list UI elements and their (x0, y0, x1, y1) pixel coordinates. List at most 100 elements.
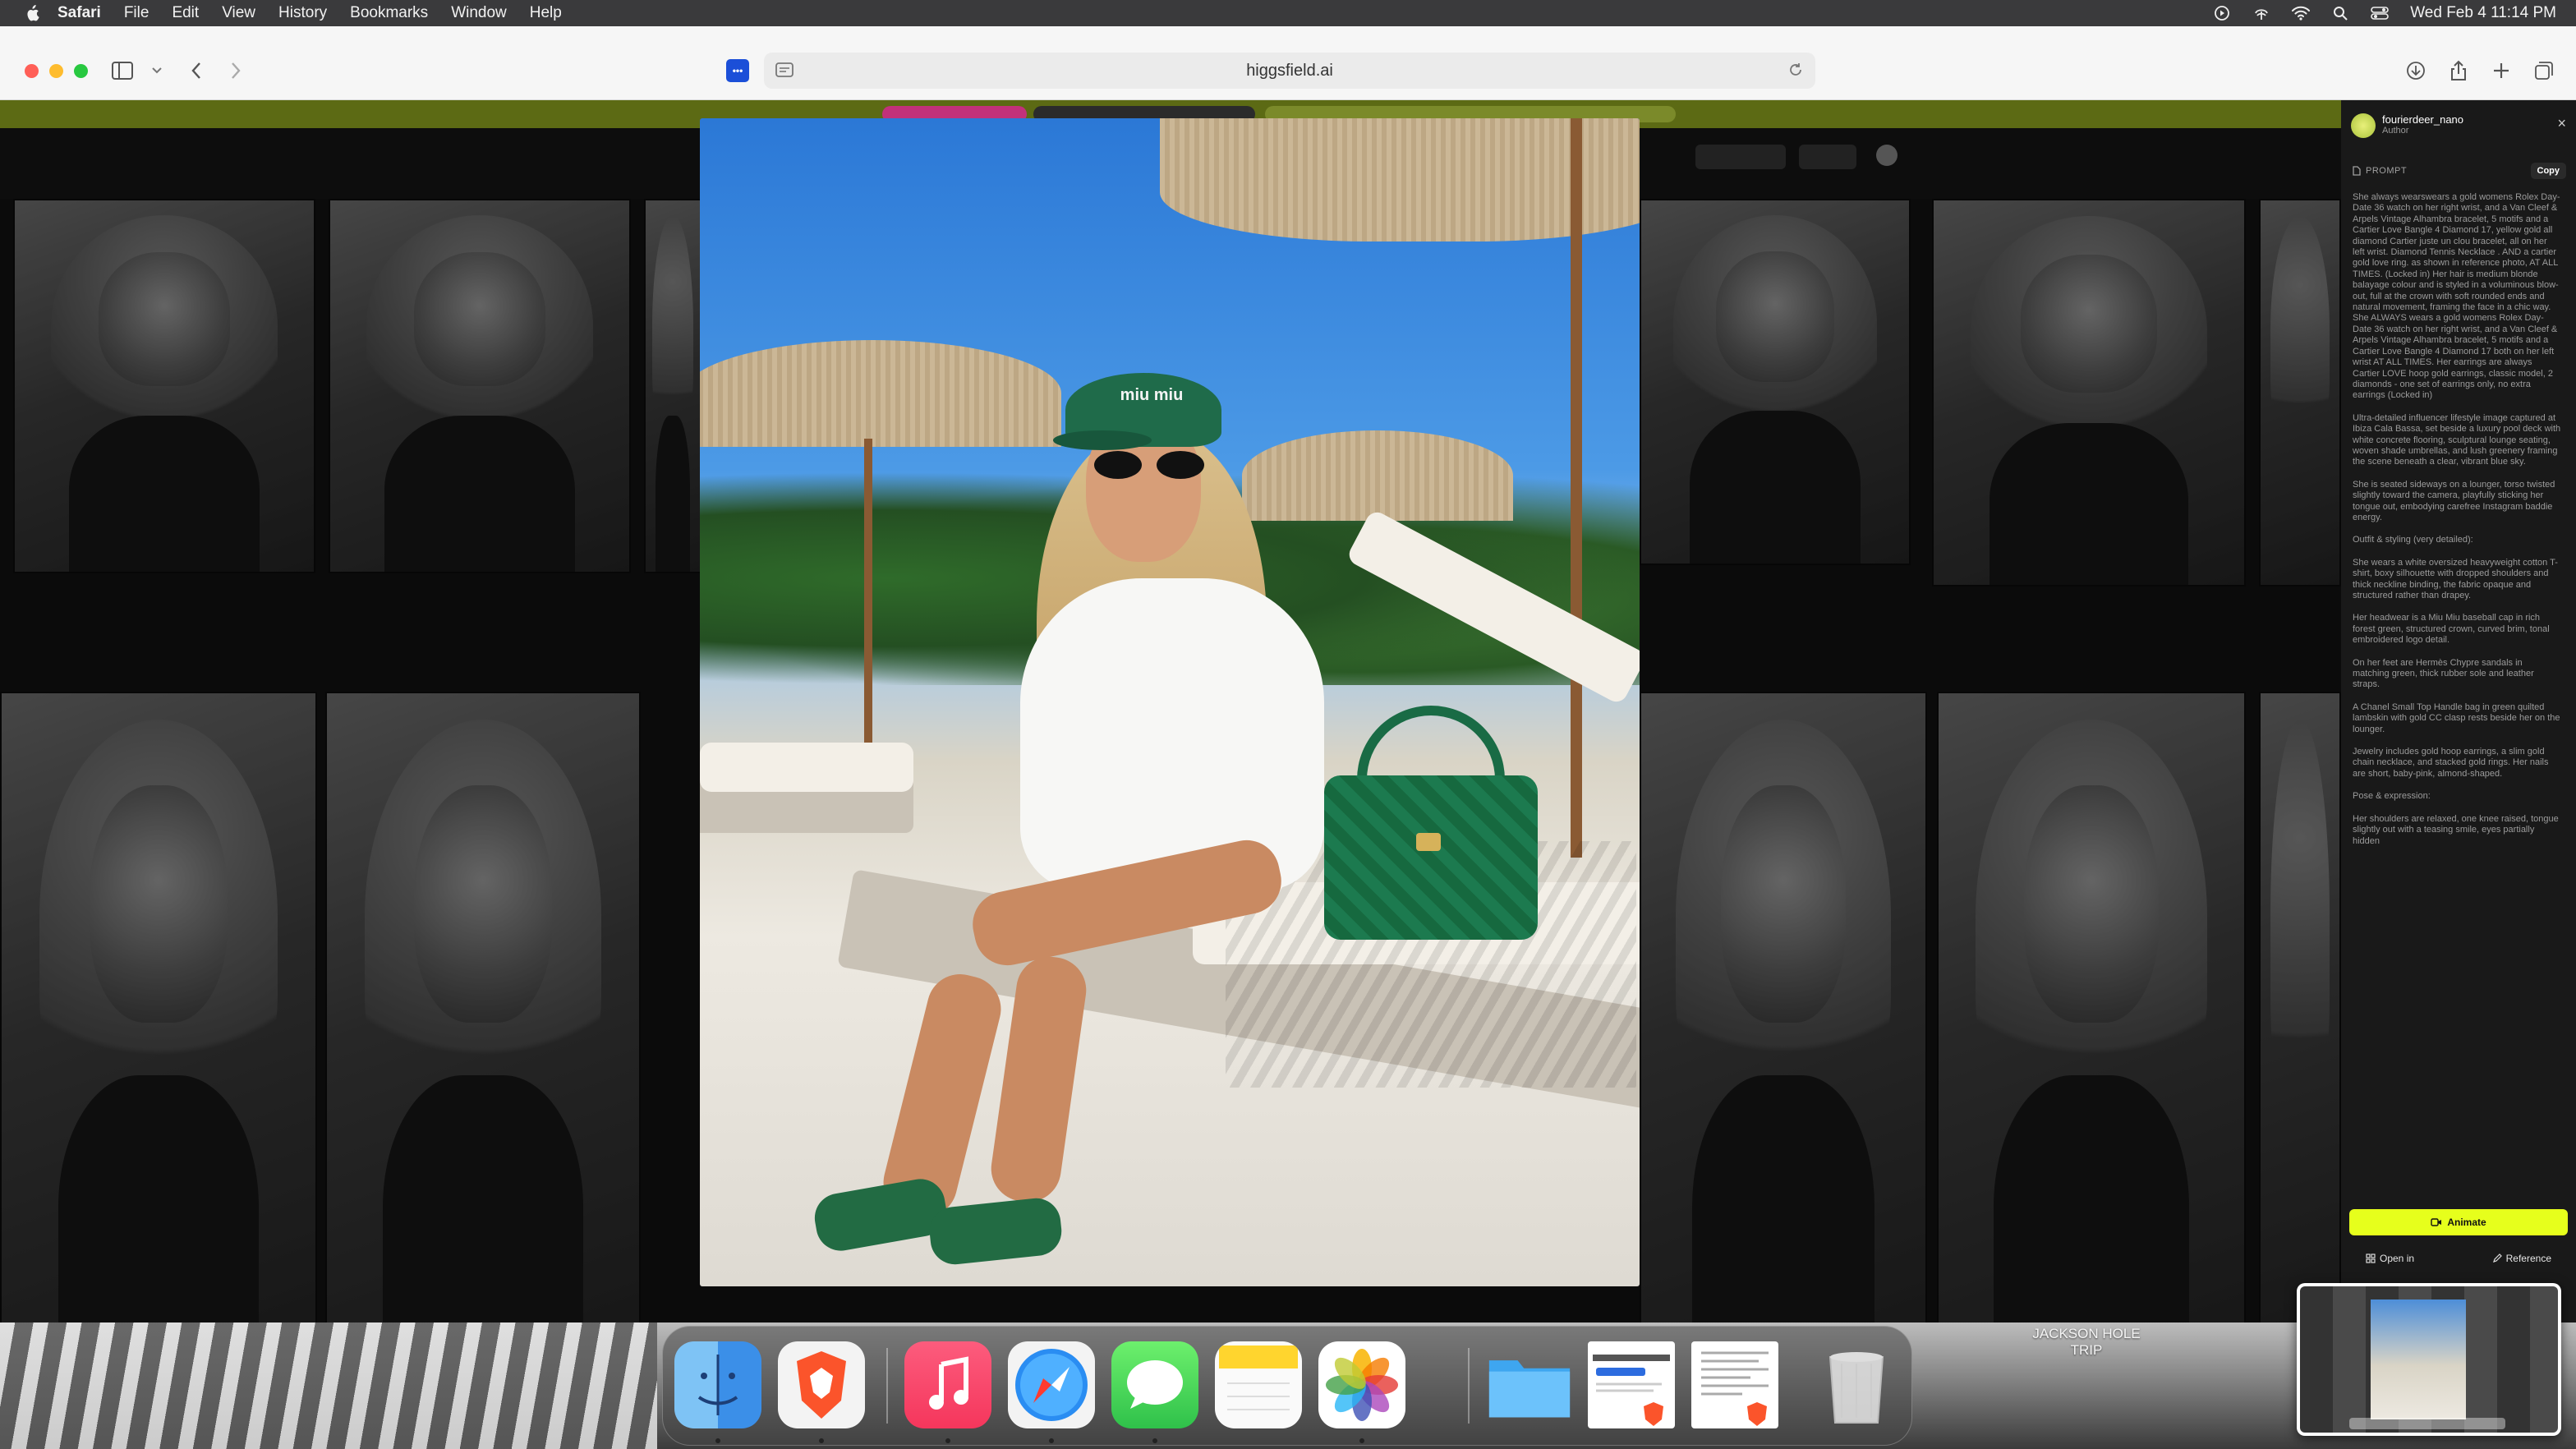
close-window-button[interactable] (25, 64, 39, 78)
prompt-paragraph: On her feet are Hermès Chypre sandals in… (2353, 657, 2534, 690)
url-text[interactable]: higgsfield.ai (1246, 62, 1333, 80)
reference-label: Reference (2505, 1253, 2551, 1264)
menu-bar: Safari File Edit View History Bookmarks … (0, 0, 2576, 26)
trash-icon[interactable] (1813, 1341, 1900, 1428)
safari-icon[interactable] (1008, 1341, 1095, 1428)
cap-logo: miu miu (1120, 386, 1184, 404)
menu-window[interactable]: Window (451, 4, 507, 22)
new-tab-icon[interactable] (2489, 58, 2514, 83)
desktop-folder-label[interactable]: JACKSON HOLE TRIP (2004, 1326, 2169, 1359)
reference-button[interactable]: Reference (2476, 1247, 2568, 1270)
screenshot-preview[interactable] (2297, 1283, 2561, 1436)
author-avatar[interactable] (2351, 113, 2376, 138)
prompt-label: PROMPT (2366, 166, 2408, 176)
photo-umbrella-pole (864, 439, 872, 784)
site-favicon[interactable]: ••• (726, 59, 749, 82)
copy-prompt-button[interactable]: Copy (2530, 163, 2566, 179)
vpn-icon[interactable] (2252, 4, 2270, 22)
prompt-paragraph: Her headwear is a Miu Miu baseball cap i… (2353, 613, 2550, 646)
share-icon[interactable] (2446, 58, 2471, 83)
minimize-window-button[interactable] (49, 64, 63, 78)
spotlight-search-icon[interactable] (2331, 4, 2349, 22)
menu-bar-clock[interactable]: Wed Feb 4 11:14 PM (2410, 4, 2556, 22)
edit-icon (2492, 1254, 2502, 1263)
prompt-paragraph: She always wearswears a gold womens Role… (2353, 192, 2560, 401)
prompt-paragraph: Pose & expression: (2353, 791, 2431, 802)
dock (662, 1326, 1912, 1446)
menu-edit[interactable]: Edit (172, 4, 199, 22)
prompt-paragraph: She wears a white oversized heavyweight … (2353, 557, 2558, 600)
photo-umbrella-pole (1571, 118, 1582, 858)
menu-view[interactable]: View (222, 4, 255, 22)
prompt-paragraph: Her shoulders are relaxed, one knee rais… (2353, 813, 2559, 846)
address-bar[interactable]: higgsfield.ai (764, 53, 1815, 89)
sidebar-toggle-icon[interactable] (110, 58, 135, 83)
notes-icon[interactable] (1215, 1341, 1302, 1428)
image-details-panel: fourierdeer_nano Author × PROMPT Copy Sh… (2341, 100, 2576, 1322)
downloads-folder-icon[interactable] (1486, 1341, 1573, 1428)
document-icon (2353, 166, 2361, 176)
wifi-icon[interactable] (2292, 4, 2311, 22)
photos-icon[interactable] (1318, 1341, 1405, 1428)
video-icon (2431, 1218, 2442, 1226)
photo-sunglasses (1094, 451, 1209, 481)
lightbox-image[interactable]: miu miu (700, 118, 1640, 1286)
prompt-header: PROMPT (2353, 166, 2407, 176)
menu-help[interactable]: Help (530, 4, 562, 22)
finder-icon[interactable] (674, 1341, 761, 1428)
prompt-text[interactable]: She always wearswears a gold womens Role… (2353, 192, 2561, 1186)
prompt-paragraph: Ultra-detailed influencer lifestyle imag… (2353, 412, 2561, 467)
author-username[interactable]: fourierdeer_nano (2382, 113, 2463, 126)
open-in-label: Open in (2380, 1253, 2415, 1264)
window-controls (25, 64, 88, 78)
photo-umbrella (700, 340, 1061, 447)
prompt-paragraph: Jewelry includes gold hoop earrings, a s… (2353, 747, 2549, 779)
forward-button[interactable] (223, 58, 248, 83)
chevron-down-icon[interactable] (145, 58, 169, 83)
photo-umbrella (1242, 430, 1513, 521)
wallpaper-pattern (0, 1322, 657, 1449)
menu-app-name[interactable]: Safari (58, 4, 101, 22)
screenshot-preview-image (2300, 1286, 2558, 1433)
music-icon[interactable] (904, 1341, 991, 1428)
open-in-button[interactable]: Open in (2349, 1247, 2431, 1270)
photo-bag-clasp (1416, 833, 1441, 851)
menu-history[interactable]: History (278, 4, 327, 22)
brave-browser-icon[interactable] (778, 1341, 865, 1428)
apple-menu-icon[interactable] (23, 4, 41, 22)
back-button[interactable] (184, 58, 209, 83)
prompt-fade (2341, 1152, 2576, 1193)
prompt-paragraph: She is seated sideways on a lounger, tor… (2353, 479, 2555, 522)
personal-button[interactable] (1799, 145, 1856, 169)
reload-icon[interactable] (1787, 62, 1804, 82)
menu-extras: Wed Feb 4 11:14 PM (2213, 0, 2556, 26)
page-settings-icon[interactable] (775, 62, 794, 82)
zoom-window-button[interactable] (74, 64, 88, 78)
photo-tshirt (1020, 578, 1324, 890)
screen: Safari File Edit View History Bookmarks … (0, 0, 2576, 1449)
control-center-icon[interactable] (2371, 4, 2390, 22)
prompt-paragraph: Outfit & styling (very detailed): (2353, 535, 2473, 545)
messages-icon[interactable] (1111, 1341, 1198, 1428)
asset-library-button[interactable] (1695, 145, 1786, 169)
downloads-icon[interactable] (2404, 58, 2428, 83)
photo-cap-brim (1053, 430, 1152, 450)
close-panel-button[interactable]: × (2557, 115, 2566, 132)
photo-umbrella (1160, 118, 1640, 242)
photo-sandal (811, 1175, 950, 1255)
animate-button[interactable]: Animate (2349, 1209, 2568, 1235)
grid-icon (2366, 1254, 2376, 1263)
user-avatar[interactable] (1876, 145, 1898, 166)
photo-cushion (700, 743, 913, 792)
document-thumbnail-icon[interactable] (1691, 1341, 1778, 1428)
prompt-paragraph: A Chanel Small Top Handle bag in green q… (2353, 702, 2560, 734)
screen-recording-icon[interactable] (2213, 4, 2231, 22)
panel-actions: Open in Reference (2349, 1247, 2568, 1270)
photo-handbag (1324, 775, 1538, 940)
document-thumbnail-icon[interactable] (1588, 1341, 1675, 1428)
menu-file[interactable]: File (124, 4, 150, 22)
menu-bookmarks[interactable]: Bookmarks (350, 4, 428, 22)
tab-overview-icon[interactable] (2532, 58, 2556, 83)
author-role: Author (2382, 126, 2409, 136)
desktop-folder-name: JACKSON HOLE TRIP (2032, 1326, 2141, 1358)
